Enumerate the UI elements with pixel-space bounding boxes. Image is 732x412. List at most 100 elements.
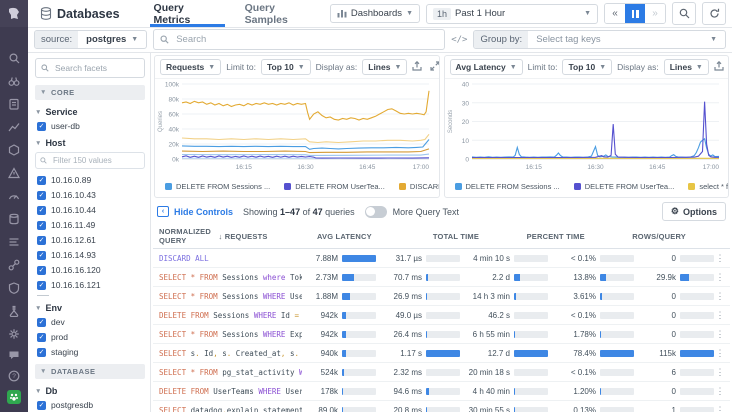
refresh-button[interactable] [702,2,726,25]
legend-item[interactable]: DELETE FROM Sessions ... [455,182,560,191]
checkbox-checked[interactable]: ✓ [37,281,46,290]
synthetics-icon[interactable] [7,304,21,318]
row-menu-button[interactable]: ⋮ [714,386,726,397]
checkbox-checked[interactable]: ✓ [37,401,46,410]
export-icon[interactable] [412,61,422,74]
legend-item[interactable]: DELETE FROM Sessions ... [165,182,270,191]
facet-value[interactable]: ✓10.16.12.61 [37,235,145,245]
facet-section-core[interactable]: ▼CORE [35,85,145,100]
help-icon[interactable]: ? [7,369,21,383]
row-menu-button[interactable]: ⋮ [714,329,726,340]
table-row[interactable]: SELECT datadog.explain_statement ( ? )89… [153,401,730,412]
search-icon[interactable] [7,51,21,65]
logs-icon[interactable] [7,235,21,249]
row-menu-button[interactable]: ⋮ [714,272,726,283]
checkbox-checked[interactable]: ✓ [37,206,46,215]
column-header-total-time[interactable]: TOTAL TIME [412,232,519,241]
table-row[interactable]: DELETE FROM Sessions WHERE Id = ?942k49.… [153,306,730,325]
facet-value[interactable]: ✓staging [37,347,145,357]
table-row[interactable]: SELECT * FROM Sessions WHERE Expires_at … [153,325,730,344]
facet-value[interactable]: ✓10.16.10.44 [37,205,145,215]
facet-value[interactable]: ✓10.16.14.93 [37,250,145,260]
integrations-icon[interactable] [7,258,21,272]
facet-group-service[interactable]: ▼Service [35,107,145,117]
facet-value[interactable]: ✓prod [37,332,145,342]
row-menu-button[interactable]: ⋮ [714,253,726,264]
row-menu-button[interactable]: ⋮ [714,367,726,378]
table-row[interactable]: SELECT * FROM pg_stat_activity WHERE coa… [153,363,730,382]
facet-value[interactable]: ✓10.16.0.89 [37,175,145,185]
checkbox-checked[interactable]: ✓ [37,318,46,327]
datadog-logo[interactable] [0,0,28,27]
facet-value[interactable]: ✓dev [37,317,145,327]
facet-search-input[interactable] [53,62,137,74]
checkbox-checked[interactable]: ✓ [37,122,46,131]
export-icon[interactable] [714,61,724,74]
checkbox-checked[interactable]: ✓ [37,236,46,245]
table-row[interactable]: DELETE FROM UserTeams WHERE User_id = ? … [153,382,730,401]
code-view-icon[interactable]: </> [451,35,467,45]
column-header-avg-latency[interactable]: AVG LATENCY [308,232,412,241]
rewind-button[interactable]: « [605,4,625,23]
checkbox-checked[interactable]: ✓ [37,266,46,275]
tab-query-metrics[interactable]: Query Metrics [142,0,233,27]
facet-filter-input[interactable] [51,155,133,166]
security-icon[interactable] [7,281,21,295]
datadog-bits-icon[interactable] [7,390,21,404]
row-menu-button[interactable]: ⋮ [714,291,726,302]
search-input[interactable] [174,33,438,46]
dashboards-icon[interactable] [7,120,21,134]
checkbox-checked[interactable]: ✓ [37,251,46,260]
legend-item[interactable]: DELETE FROM UserTea... [284,182,385,191]
chat-icon[interactable] [7,348,21,362]
legend-item[interactable]: DELETE FROM UserTea... [574,182,675,191]
facet-value[interactable]: ✓10.16.16.120 [37,265,145,275]
forward-button[interactable]: » [645,4,665,23]
facet-value[interactable]: ✓postgresdb [37,400,145,410]
more-query-text-toggle[interactable] [365,206,387,218]
legend-item[interactable]: select * from Sessions l... [688,182,729,191]
row-menu-button[interactable]: ⋮ [714,348,726,359]
limit-dropdown[interactable]: Top 10▼ [261,59,311,75]
facet-value[interactable]: ✓10.16.16.121 [37,280,145,290]
checkbox-checked[interactable]: ✓ [37,191,46,200]
legend-item[interactable]: DISCARD ALL [399,182,440,191]
column-header-normalized-query[interactable]: NORMALIZED QUERY [159,227,211,245]
avg-latency-plot[interactable]: 01020304016:1516:3016:4517:00Seconds [445,79,726,175]
column-header-rows-query[interactable]: ROWS/QUERY [625,232,726,241]
hide-controls-button[interactable]: ‹ Hide Controls [157,206,233,217]
facet-value[interactable]: ✓10.16.11.49 [37,220,145,230]
source-dropdown[interactable]: postgres▼ [78,31,146,48]
facet-more-handle[interactable] [37,295,49,296]
facet-group-env[interactable]: ▼Env [35,303,145,313]
events-icon[interactable] [7,97,21,111]
display-dropdown[interactable]: Lines▼ [664,59,709,75]
column-header-requests[interactable]: ↓ REQUESTS [211,232,308,241]
table-row[interactable]: DISCARD ALL7.88M31.7 µs4 min 10 s< 0.1%0… [153,249,730,268]
limit-dropdown[interactable]: Top 10▼ [562,59,612,75]
databases-icon[interactable] [7,212,21,226]
time-range-selector[interactable]: 1h Past 1 Hour ▼ [426,4,598,24]
zoom-search-button[interactable] [672,2,696,25]
facet-group-host[interactable]: ▼Host [35,138,145,148]
facet-value[interactable]: ✓10.16.10.43 [37,190,145,200]
watchdog-icon[interactable] [7,74,21,88]
apm-icon[interactable] [7,189,21,203]
requests-plot[interactable]: 0k20k40k60k80k100k16:1516:3016:4517:00Qu… [155,79,436,175]
checkbox-checked[interactable]: ✓ [37,176,46,185]
monitors-icon[interactable] [7,166,21,180]
table-row[interactable]: SELECT * FROM Sessions where Token = ?2.… [153,268,730,287]
metric-dropdown[interactable]: Avg Latency▼ [450,59,523,75]
group-by-dropdown[interactable]: Select tag keys▼ [528,31,725,48]
checkbox-checked[interactable]: ✓ [37,348,46,357]
fullscreen-icon[interactable] [430,61,439,74]
column-header-percent-time[interactable]: PERCENT TIME [519,232,625,241]
row-menu-button[interactable]: ⋮ [714,405,726,412]
row-menu-button[interactable]: ⋮ [714,310,726,321]
table-row[interactable]: SELECT * FROM Sessions WHERE User_id = ?… [153,287,730,306]
pause-button[interactable] [625,4,645,23]
settings-icon[interactable] [7,327,21,341]
infrastructure-icon[interactable] [7,143,21,157]
facet-section-database[interactable]: ▼DATABASE [35,364,145,379]
facet-value[interactable]: ✓user-db [37,121,145,131]
